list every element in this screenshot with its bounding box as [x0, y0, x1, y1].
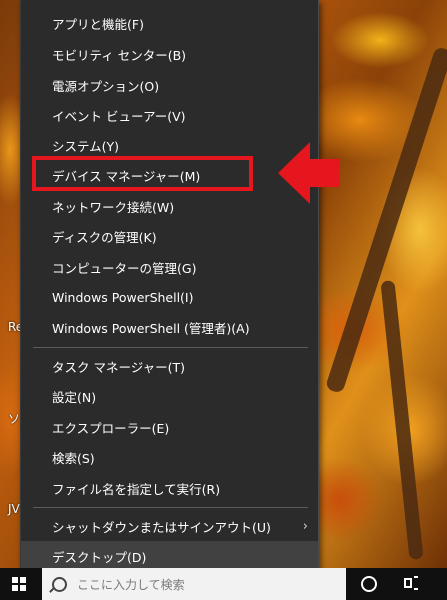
menu-item-powershell[interactable]: Windows PowerShell(I)	[21, 282, 318, 312]
menu-item-label: アプリと機能(F)	[52, 16, 144, 32]
menu-item-disk-management[interactable]: ディスクの管理(K)	[21, 221, 318, 251]
menu-item-label: コンピューターの管理(G)	[52, 260, 197, 276]
menu-item-powershell-admin[interactable]: Windows PowerShell (管理者)(A)	[21, 312, 318, 342]
winx-context-menu: アプリと機能(F) モビリティ センター(B) 電源オプション(O) イベント …	[20, 0, 319, 575]
menu-item-run[interactable]: ファイル名を指定して実行(R)	[21, 473, 318, 503]
menu-item-label: デスクトップ(D)	[52, 549, 147, 565]
menu-item-search[interactable]: 検索(S)	[21, 442, 318, 472]
desktop-icon-label[interactable]: JV	[8, 502, 20, 516]
menu-item-label: ファイル名を指定して実行(R)	[52, 481, 221, 497]
cortana-icon[interactable]	[361, 576, 377, 592]
menu-item-label: 設定(N)	[52, 389, 97, 405]
desktop-icon-label[interactable]: ソ	[8, 410, 20, 427]
search-icon	[52, 576, 67, 592]
task-view-icon[interactable]	[404, 576, 418, 590]
menu-item-label: エクスプローラー(E)	[52, 420, 170, 436]
menu-item-desktop[interactable]: デスクトップ(D)	[21, 541, 318, 571]
menu-item-label: モビリティ センター(B)	[52, 47, 187, 63]
menu-item-label: 検索(S)	[52, 450, 95, 466]
menu-item-label: タスク マネージャー(T)	[52, 359, 185, 375]
menu-item-apps-features[interactable]: アプリと機能(F)	[21, 8, 318, 38]
menu-item-label: Windows PowerShell (管理者)(A)	[52, 320, 250, 336]
menu-item-explorer[interactable]: エクスプローラー(E)	[21, 412, 318, 442]
menu-item-settings[interactable]: 設定(N)	[21, 381, 318, 411]
annotation-arrow-icon	[278, 142, 340, 204]
menu-item-event-viewer[interactable]: イベント ビューアー(V)	[21, 100, 318, 130]
menu-item-computer-management[interactable]: コンピューターの管理(G)	[21, 252, 318, 282]
annotation-highlight-box	[32, 156, 253, 191]
menu-item-network-connections[interactable]: ネットワーク接続(W)	[21, 191, 318, 221]
menu-item-label: システム(Y)	[52, 138, 120, 154]
menu-item-label: ディスクの管理(K)	[52, 229, 157, 245]
menu-item-shutdown-signout[interactable]: シャットダウンまたはサインアウト(U) ›	[21, 511, 318, 541]
taskbar-search-box[interactable]: ここに入力して検索	[42, 568, 346, 600]
menu-item-label: イベント ビューアー(V)	[52, 108, 186, 124]
taskbar: ここに入力して検索	[0, 568, 447, 600]
windows-start-icon[interactable]	[12, 577, 26, 591]
search-placeholder: ここに入力して検索	[77, 577, 185, 592]
menu-item-label: 電源オプション(O)	[52, 78, 160, 94]
menu-item-mobility-center[interactable]: モビリティ センター(B)	[21, 39, 318, 69]
menu-separator	[33, 347, 308, 348]
menu-item-power-options[interactable]: 電源オプション(O)	[21, 70, 318, 100]
chevron-right-icon: ›	[302, 519, 308, 534]
menu-item-task-manager[interactable]: タスク マネージャー(T)	[21, 351, 318, 381]
menu-item-label: シャットダウンまたはサインアウト(U)	[52, 519, 271, 535]
menu-item-label: Windows PowerShell(I)	[52, 289, 194, 305]
menu-item-label: ネットワーク接続(W)	[52, 199, 175, 215]
menu-separator	[33, 507, 308, 508]
